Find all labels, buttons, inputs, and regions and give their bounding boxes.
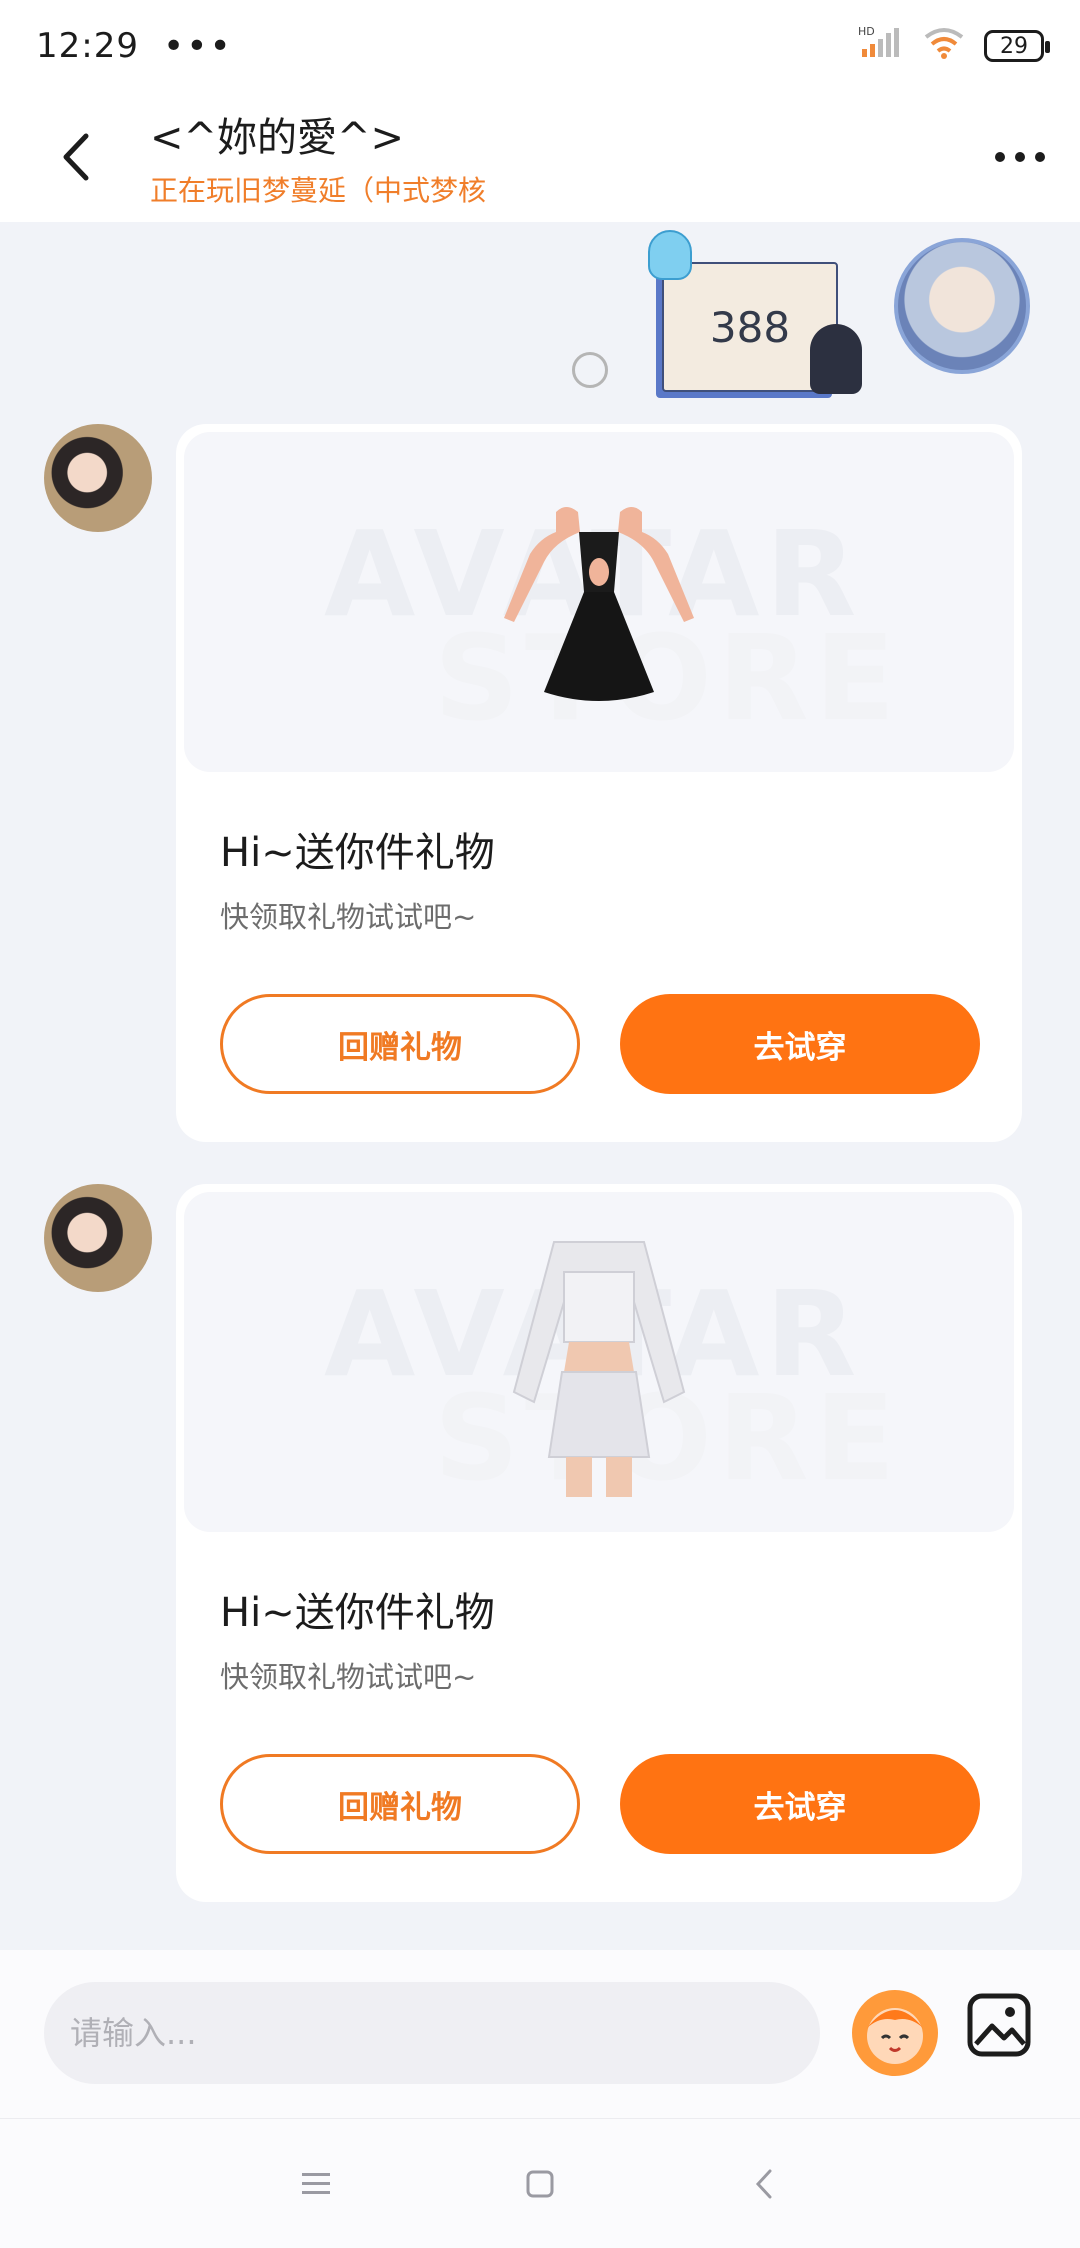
contact-name: <^妳的愛^> xyxy=(150,115,405,161)
status-dots: ••• xyxy=(162,25,233,67)
mascot-face-icon xyxy=(867,2008,923,2064)
gift-image[interactable]: AVATAR STORE xyxy=(184,432,1014,772)
image-button[interactable] xyxy=(966,1992,1032,2058)
input-bar xyxy=(0,1950,1080,2118)
status-time: 12:29 xyxy=(36,26,139,66)
back-icon xyxy=(755,2169,772,2198)
chat-header: <^妳的愛^> 正在玩旧梦蔓延（中式梦核 xyxy=(0,92,1080,222)
back-nav-button[interactable] xyxy=(742,2162,786,2206)
back-button[interactable] xyxy=(0,92,150,222)
gift-image[interactable]: AVATAR STORE xyxy=(184,1192,1014,1532)
contact-status: 正在玩旧梦蔓延（中式梦核 xyxy=(150,174,487,207)
gift-title: Hi~送你件礼物 xyxy=(220,1590,495,1636)
status-bar: 12:29 ••• HD 29 xyxy=(0,0,1080,92)
return-gift-button[interactable]: 回赠礼物 xyxy=(220,1754,580,1854)
gift-description: 快领取礼物试试吧~ xyxy=(220,900,477,934)
network-type: HD xyxy=(858,25,875,38)
signal-icon: HD xyxy=(858,25,904,68)
return-gift-button[interactable]: 回赠礼物 xyxy=(220,994,580,1094)
ghost-sticker-icon xyxy=(648,230,692,280)
image-icon xyxy=(967,1993,1031,2057)
sender-avatar[interactable] xyxy=(44,424,152,532)
emoji-button[interactable] xyxy=(852,1990,938,2076)
header-text: <^妳的愛^> 正在玩旧梦蔓延（中式梦核 xyxy=(150,105,960,209)
status-icons: HD 29 xyxy=(858,25,1050,68)
message-input[interactable] xyxy=(44,1982,820,2084)
my-avatar[interactable] xyxy=(894,238,1030,374)
chevron-left-icon xyxy=(63,133,89,181)
sender-avatar[interactable] xyxy=(44,1184,152,1292)
gift-title: Hi~送你件礼物 xyxy=(220,830,495,876)
try-on-button[interactable]: 去试穿 xyxy=(620,994,980,1094)
chat-area[interactable]: 388 AVATAR STORE Hi~送你件礼物 xyxy=(0,222,1080,1950)
chibi-sticker-icon xyxy=(810,324,862,394)
menu-nav-button[interactable] xyxy=(294,2162,338,2206)
more-button[interactable] xyxy=(960,92,1080,222)
home-nav-button[interactable] xyxy=(518,2162,562,2206)
home-square-icon xyxy=(526,2170,554,2197)
system-nav-bar xyxy=(0,2118,1080,2248)
gift-card: AVATAR STORE Hi~送你件礼物 快领取礼物试试吧~ 回赠礼物 去试穿 xyxy=(176,424,1022,1142)
battery-icon: 29 xyxy=(984,30,1050,62)
loading-indicator xyxy=(572,352,608,388)
wifi-icon xyxy=(922,25,966,68)
menu-icon xyxy=(302,2172,330,2194)
white-outfit-icon xyxy=(512,1241,686,1497)
try-on-button[interactable]: 去试穿 xyxy=(620,1754,980,1854)
gift-card: AVATAR STORE Hi~送你件礼物 快领取礼物试试吧~ 回赠礼物 去试穿 xyxy=(176,1184,1022,1902)
black-halter-dress-icon xyxy=(504,507,694,701)
gift-description: 快领取礼物试试吧~ xyxy=(220,1660,477,1694)
gift-count-badge[interactable]: 388 xyxy=(648,230,862,394)
more-icon xyxy=(995,152,1045,162)
gift-count: 388 xyxy=(709,302,791,352)
